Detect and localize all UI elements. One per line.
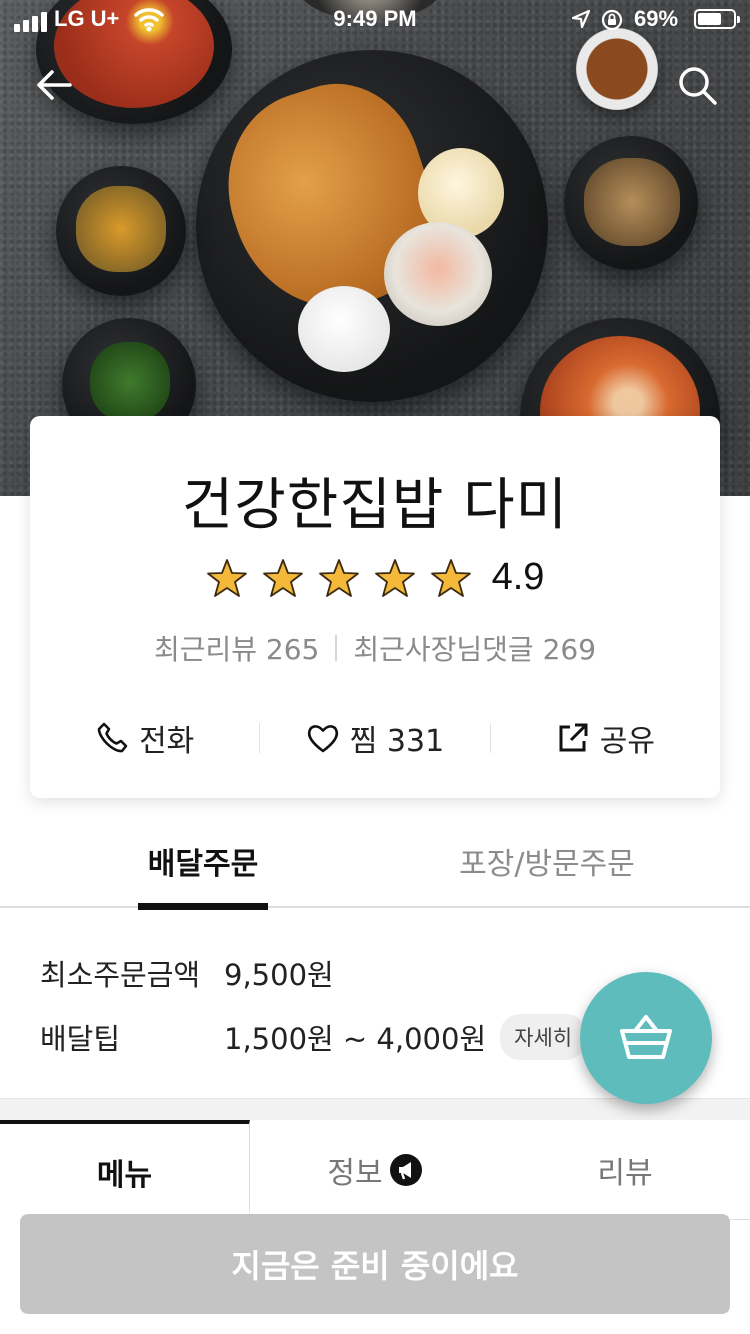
cart-button[interactable] — [580, 972, 712, 1104]
tip-detail-button[interactable]: 자세히 — [500, 1014, 587, 1060]
battery-icon — [694, 9, 740, 29]
search-button[interactable] — [674, 62, 720, 108]
share-button[interactable]: 공유 — [491, 712, 720, 764]
sauce-cup — [576, 28, 658, 110]
review-counts: 최근리뷰 265 최근사장님댓글 269 — [30, 628, 720, 668]
tab-review-label: 리뷰 — [597, 1155, 653, 1191]
tab-menu-label: 메뉴 — [96, 1158, 153, 1193]
like-button[interactable]: 찜 331 — [260, 712, 489, 764]
tab-pickup[interactable]: 포장/방문주문 — [452, 834, 642, 908]
rotation-lock-icon — [601, 9, 623, 31]
rating-row: 4.9 — [30, 556, 720, 599]
status-bar: LG U+ 9:49 PM 69% — [0, 0, 750, 40]
call-label: 전화 — [139, 724, 195, 759]
delivery-tip-row: 배달팁 1,500원 ~ 4,000원 자세히 — [40, 1014, 587, 1060]
search-icon — [679, 67, 717, 105]
min-order-value: 9,500원 — [224, 958, 334, 992]
menu-tabs: 메뉴 정보 리뷰 — [0, 1120, 750, 1220]
store-name: 건강한집밥 다미 — [181, 473, 569, 538]
tab-info-label: 정보 — [327, 1155, 383, 1191]
heart-icon — [307, 725, 338, 753]
tab-info[interactable]: 정보 — [250, 1120, 500, 1220]
battery-percent: 69% — [634, 6, 679, 31]
star-icon — [206, 558, 247, 597]
call-button[interactable]: 전화 — [30, 712, 259, 764]
share-label: 공유 — [599, 724, 655, 759]
location-icon — [571, 9, 591, 29]
back-button[interactable] — [32, 62, 78, 108]
star-icon — [262, 558, 303, 597]
store-info-card: 건강한집밥 다미 4.9 최근리뷰 265 최근사장님댓글 269 전화 찜 3… — [30, 416, 720, 798]
recent-review-count[interactable]: 최근리뷰 265 — [154, 628, 319, 668]
phone-icon — [97, 722, 128, 753]
star-icon — [374, 558, 415, 597]
delivery-tip-value: 1,500원 ~ 4,000원 — [224, 1022, 487, 1056]
owner-reply-count[interactable]: 최근사장님댓글 269 — [353, 628, 596, 668]
share-icon — [559, 723, 588, 752]
notice-megaphone-icon — [389, 1153, 422, 1186]
basket-icon — [620, 1015, 672, 1059]
divider — [335, 635, 338, 661]
order-unavailable-button[interactable]: 지금은 준비 중이에요 — [20, 1214, 730, 1314]
star-icon — [318, 558, 359, 597]
delivery-tip-label: 배달팁 — [40, 1022, 121, 1056]
store-actions: 전화 찜 331 공유 — [30, 712, 720, 764]
min-order-label: 최소주문금액 — [40, 958, 201, 992]
like-label: 찜 331 — [349, 724, 445, 759]
arrow-left-icon — [37, 70, 72, 100]
star-icon — [430, 558, 471, 597]
tab-delivery[interactable]: 배달주문 — [138, 834, 268, 910]
tab-menu[interactable]: 메뉴 — [0, 1120, 250, 1220]
order-type-tabs: 배달주문 포장/방문주문 — [0, 834, 750, 910]
rating-value: 4.9 — [491, 556, 545, 598]
min-order-row: 최소주문금액 9,500원 — [40, 952, 334, 994]
tab-review[interactable]: 리뷰 — [500, 1120, 750, 1220]
